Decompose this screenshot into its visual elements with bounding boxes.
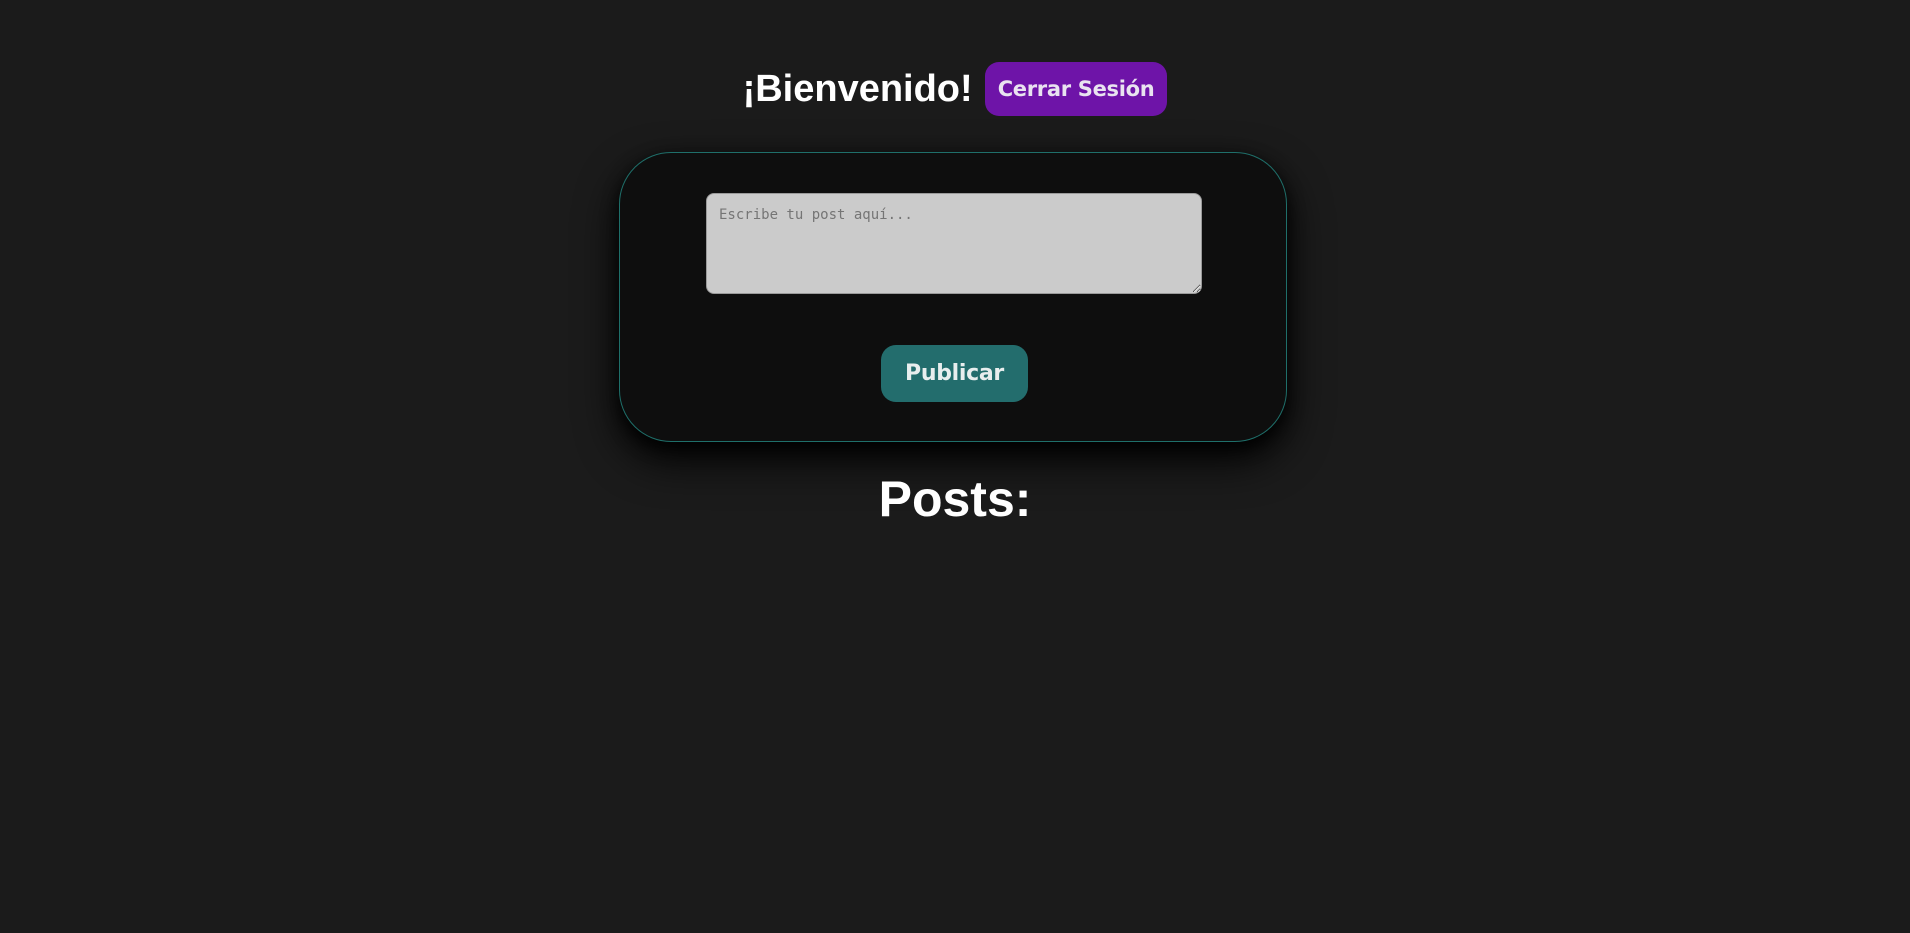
- logout-button[interactable]: Cerrar Sesión: [984, 62, 1168, 116]
- posts-heading: Posts:: [878, 471, 1032, 527]
- welcome-heading: ¡Bienvenido!: [742, 68, 973, 110]
- header: ¡Bienvenido! Cerrar Sesión: [0, 62, 1910, 116]
- post-input[interactable]: [706, 193, 1202, 294]
- publish-button[interactable]: Publicar: [881, 345, 1028, 402]
- post-composer-card: Publicar: [619, 152, 1287, 442]
- page: ¡Bienvenido! Cerrar Sesión Publicar Post…: [0, 0, 1910, 933]
